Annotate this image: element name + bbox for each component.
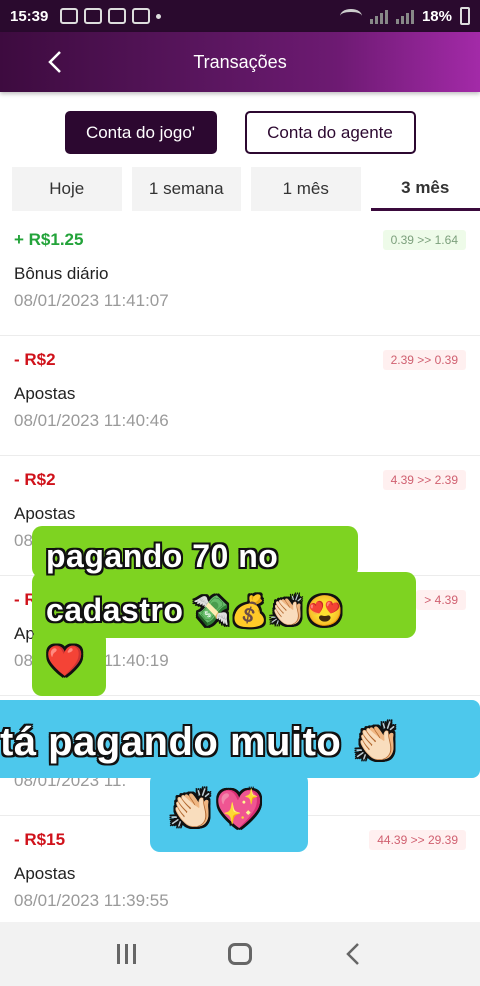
system-navbar [0, 922, 480, 986]
chevron-left-icon [48, 51, 61, 73]
notification-icons [60, 8, 162, 24]
caption-line: pagando 70 no [46, 538, 279, 574]
battery-level: 18% [421, 7, 452, 25]
caption-line: cadastro 💸💰👏🏻😍 [46, 592, 344, 629]
app-header: Transações [0, 32, 480, 92]
battery-icon [460, 7, 470, 25]
period-tabs: Hoje 1 semana 1 mês 3 mês [12, 167, 480, 211]
caption-text: cadastro [46, 592, 184, 628]
balance-change: 2.39 >> 0.39 [382, 350, 466, 370]
transaction-description: Bônus diário [14, 264, 109, 283]
transaction-date: 08/01/2023 11:41:07 [14, 291, 169, 310]
tab-today[interactable]: Hoje [12, 167, 122, 211]
recent-apps-icon [117, 944, 137, 964]
caption-line: tá pagando muito 👏🏻 [0, 720, 401, 765]
agent-account-button[interactable]: Conta do agente [244, 111, 416, 154]
transaction-row[interactable]: + R$1.25 0.39 >> 1.64 Bônus diário 08/01… [0, 216, 480, 336]
signal-icon [369, 8, 388, 24]
tab-3-months[interactable]: 3 mês [370, 167, 480, 211]
message-icon [132, 8, 151, 24]
tab-1-month[interactable]: 1 mês [251, 167, 361, 211]
home-button[interactable] [220, 934, 260, 974]
signal-icon [395, 8, 414, 24]
clap-icon: 👏🏻 [352, 722, 401, 764]
emoji-icon: 💸💰👏🏻😍 [192, 595, 345, 628]
balance-change: > 4.39 [416, 590, 466, 610]
back-button[interactable] [40, 46, 72, 78]
back-icon [346, 943, 360, 965]
tab-1-week[interactable]: 1 semana [131, 167, 241, 211]
transaction-amount: + R$1.25 [14, 230, 84, 249]
status-time: 15:39 [10, 7, 49, 25]
transaction-date: 08 [14, 531, 33, 550]
dot-icon [156, 13, 162, 19]
status-bar: 15:39 18% [0, 0, 480, 32]
message-icon [108, 8, 127, 24]
notification-icon [60, 8, 79, 24]
page-title: Transações [193, 51, 287, 72]
balance-change: 4.39 >> 2.39 [382, 470, 466, 490]
home-icon [227, 943, 252, 965]
transaction-date: 08/01/2023 11:40:46 [14, 411, 169, 430]
notification-icon [84, 8, 103, 24]
emoji-icon: 👏🏻💖 [168, 789, 264, 831]
game-account-button[interactable]: Conta do jogo' [64, 111, 217, 154]
account-toggle: Conta do jogo' Conta do agente [0, 111, 480, 154]
transaction-row[interactable]: - R$2 2.39 >> 0.39 Apostas 08/01/2023 11… [0, 336, 480, 456]
transaction-description: Apostas [14, 864, 76, 883]
transaction-description: Apostas [14, 504, 76, 523]
heart-icon: ❤️ [46, 645, 84, 678]
transaction-amount: - R$2 [14, 350, 56, 369]
system-back-button[interactable] [333, 934, 373, 974]
caption-text: tá pagando muito [0, 720, 342, 764]
transaction-date: 08/01/2023 11:39:55 [14, 891, 169, 910]
balance-change: 0.39 >> 1.64 [382, 230, 466, 250]
wifi-icon [339, 9, 362, 23]
balance-change: 44.39 >> 29.39 [369, 830, 466, 850]
transaction-amount: - R$2 [14, 470, 56, 489]
transaction-amount: - R$15 [14, 830, 66, 849]
transaction-description: Apostas [14, 384, 76, 403]
recent-apps-button[interactable] [107, 934, 147, 974]
